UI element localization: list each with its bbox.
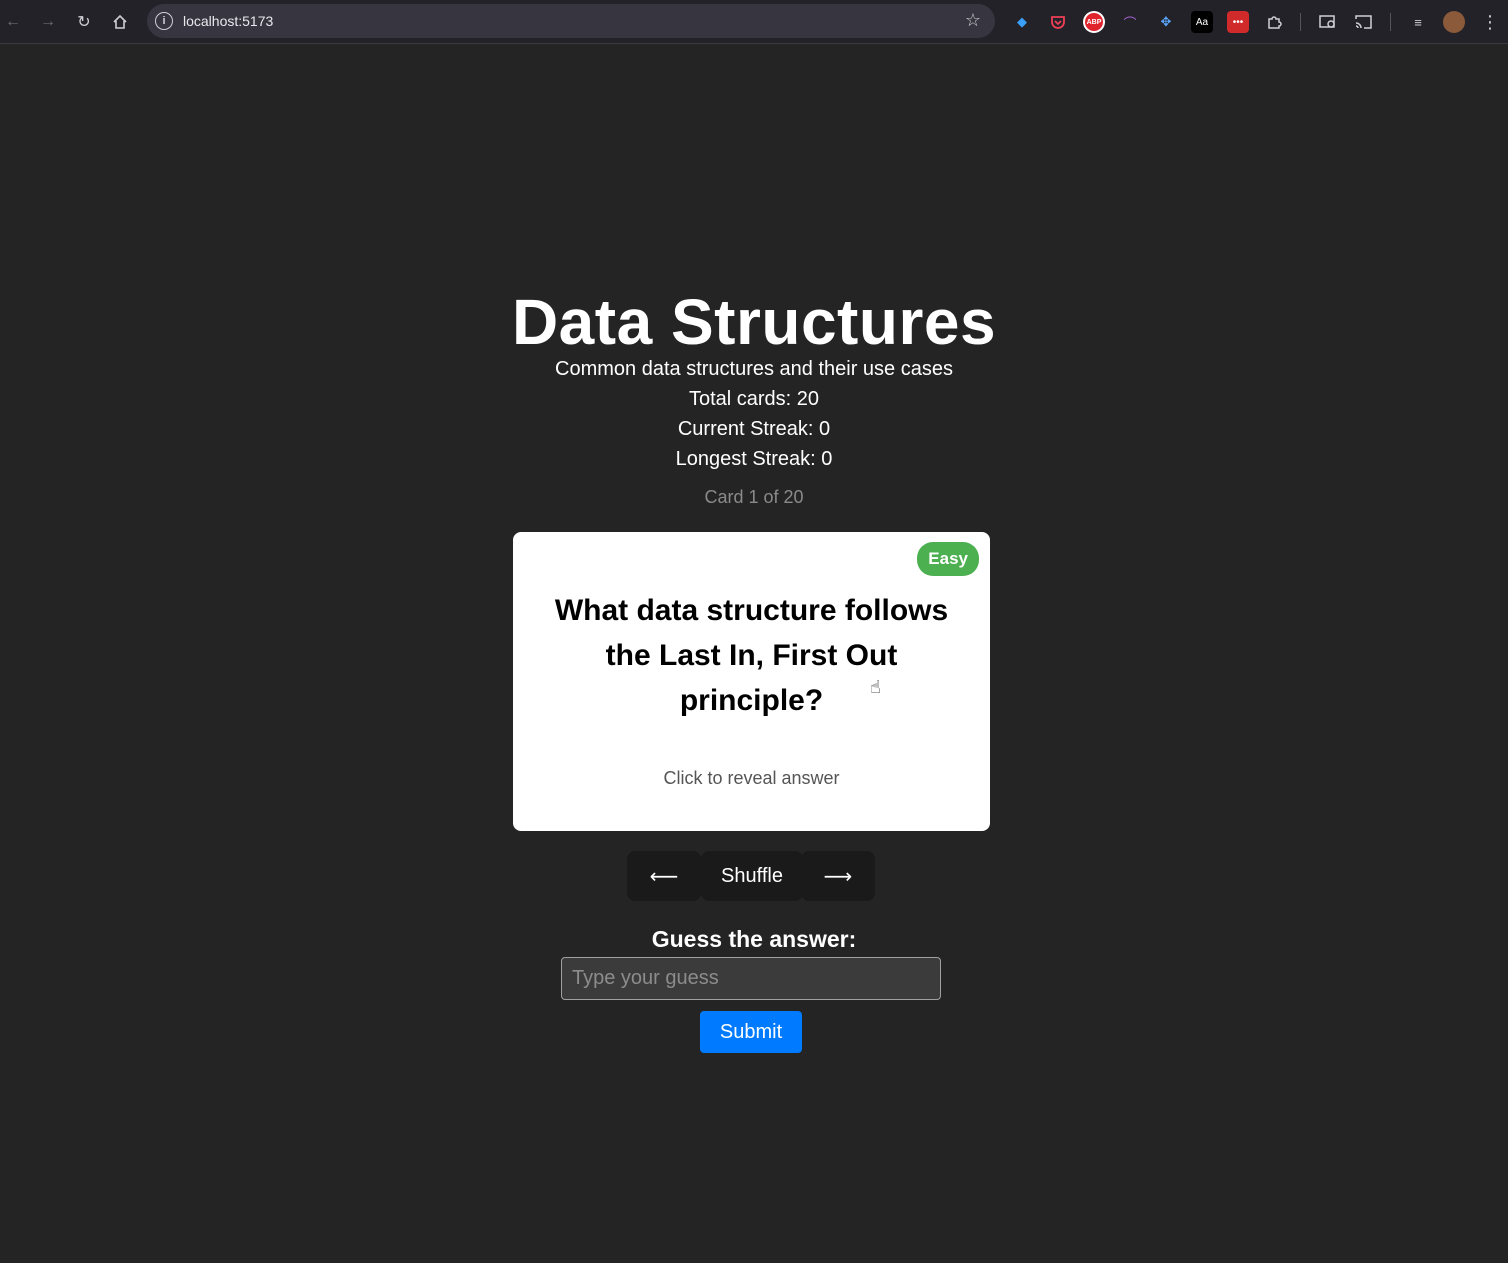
browser-menu-icon[interactable]: ⋮ [1479,11,1501,33]
gem-extension-icon[interactable]: ◆ [1011,11,1033,33]
forward-icon[interactable]: → [36,10,60,34]
card-question: What data structure follows the Last In,… [554,594,949,717]
pocket-extension-icon[interactable] [1047,11,1069,33]
deck-title: Data Structures [511,286,997,358]
site-info-icon[interactable]: i [155,12,173,30]
profile-avatar[interactable] [1443,11,1465,33]
toolbar-separator [1390,13,1391,31]
media-queue-icon[interactable]: ≡ [1407,11,1429,33]
browser-toolbar: ← → ↻ i localhost:5173 ☆ ◆ ABP ⌒ ✥ Aa ••… [0,0,1508,44]
reveal-hint: Click to reveal answer [663,768,840,788]
deck-description: Common data structures and their use cas… [555,358,953,380]
difficulty-badge: Easy [917,542,979,576]
current-streak: Current Streak: 0 [677,418,831,440]
dictionary-extension-icon[interactable]: Aa [1191,11,1213,33]
guess-input[interactable] [561,957,941,1000]
toolbar-separator [1300,13,1301,31]
extensions-puzzle-icon[interactable] [1263,11,1285,33]
shuffle-button[interactable]: Shuffle [701,851,803,901]
adblock-extension-icon[interactable]: ABP [1083,11,1105,33]
back-icon[interactable]: ← [1,10,25,34]
cast-icon[interactable] [1353,11,1375,33]
lastpass-extension-icon[interactable]: ••• [1227,11,1249,33]
longest-streak: Longest Streak: 0 [675,448,833,470]
ghost-extension-icon[interactable]: ⌒ [1119,11,1141,33]
tab-search-icon[interactable] [1317,11,1339,33]
home-icon[interactable] [108,10,132,34]
reload-icon[interactable]: ↻ [72,10,96,34]
submit-button[interactable]: Submit [700,1011,802,1053]
puzzle-blue-extension-icon[interactable]: ✥ [1155,11,1177,33]
hand-cursor-icon: ☝ [870,677,881,697]
total-cards: Total cards: 20 [688,388,820,410]
next-button[interactable]: ⟶ [801,851,875,901]
guess-label: Guess the answer: [651,926,857,952]
card-counter: Card 1 of 20 [704,487,804,507]
flashcard-app: Data Structures Common data structures a… [0,45,1508,1263]
previous-button[interactable]: ⟵ [627,851,701,901]
url-text: localhost:5173 [183,13,274,29]
bookmark-star-icon[interactable]: ☆ [965,10,981,31]
flashcard[interactable]: Easy What data structure follows the Las… [513,532,990,831]
address-bar[interactable]: i localhost:5173 ☆ [147,4,995,38]
